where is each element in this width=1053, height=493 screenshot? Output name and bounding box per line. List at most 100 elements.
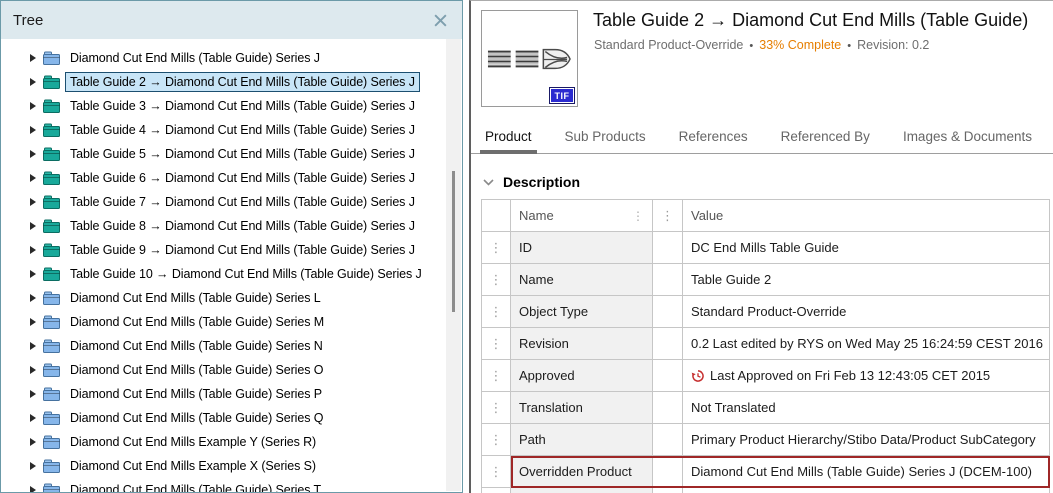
attribute-value[interactable]: Diamond Cut End Mills (Table Guide) Seri… [683,456,1050,488]
column-menu-icon[interactable]: ⋮ [661,209,674,222]
expand-arrow-icon[interactable] [30,54,36,62]
expand-arrow-icon[interactable] [30,486,36,493]
tree-item-label[interactable]: Table Guide 5 → Diamond Cut End Mills (T… [65,144,420,164]
tree-item-label[interactable]: Diamond Cut End Mills (Table Guide) Seri… [65,408,328,428]
tree-item-label[interactable]: Diamond Cut End Mills (Table Guide) Seri… [65,48,325,68]
row-drag-handle[interactable]: ⋮ [482,232,511,264]
close-icon[interactable] [430,10,450,30]
tree-item[interactable]: Diamond Cut End Mills (Table Guide) Seri… [1,334,462,358]
row-drag-handle[interactable]: ⋮ [482,296,511,328]
tree-item[interactable]: Table Guide 4 → Diamond Cut End Mills (T… [1,118,462,142]
expand-arrow-icon[interactable] [30,198,36,206]
attribute-value[interactable]: Standard Product-Override [683,296,1050,328]
tree-item[interactable]: Diamond Cut End Mills (Table Guide) Seri… [1,382,462,406]
expand-arrow-icon[interactable] [30,150,36,158]
attribute-value[interactable]: Not Translated [683,392,1050,424]
tree-item-label[interactable]: Table Guide 7 → Diamond Cut End Mills (T… [65,192,420,212]
expand-arrow-icon[interactable] [30,78,36,86]
row-drag-handle[interactable]: ⋮ [482,424,511,456]
tree-item-label[interactable]: Diamond Cut End Mills (Table Guide) Seri… [65,336,328,356]
row-drag-handle[interactable]: ⋮ [482,328,511,360]
tree-item[interactable]: Diamond Cut End Mills (Table Guide) Seri… [1,46,462,70]
tree-item-label[interactable]: Table Guide 10 → Diamond Cut End Mills (… [65,264,427,284]
tab[interactable]: Product [483,124,534,153]
attribute-value[interactable] [683,488,1050,493]
row-drag-handle[interactable]: ⋮ [482,456,511,488]
expand-arrow-icon[interactable] [30,390,36,398]
tree-scrollbar[interactable] [446,39,461,491]
tree-item[interactable]: Table Guide 2 → Diamond Cut End Mills (T… [1,70,462,94]
tree-item-label[interactable]: Table Guide 9 → Diamond Cut End Mills (T… [65,240,420,260]
tree-item[interactable]: Diamond Cut End Mills (Table Guide) Seri… [1,310,462,334]
column-header-name[interactable]: Name ⋮ [511,200,653,232]
expand-arrow-icon[interactable] [30,414,36,422]
attribute-name[interactable]: ID [511,232,653,264]
column-menu-icon[interactable]: ⋮ [632,210,644,222]
row-drag-handle[interactable]: ⋮ [482,264,511,296]
tree-item[interactable]: Table Guide 9 → Diamond Cut End Mills (T… [1,238,462,262]
tab[interactable]: Sub Products [563,124,648,153]
expand-arrow-icon[interactable] [30,246,36,254]
expand-arrow-icon[interactable] [30,462,36,470]
attribute-name[interactable]: Overridden Product [511,456,653,488]
tab[interactable]: References [677,124,750,153]
tree-item[interactable]: Table Guide 10 → Diamond Cut End Mills (… [1,262,462,286]
row-drag-handle[interactable]: ⋮ [482,392,511,424]
tree-item-label[interactable]: Table Guide 8 → Diamond Cut End Mills (T… [65,216,420,236]
attribute-name[interactable]: Translation [511,392,653,424]
tree-item-label[interactable]: Diamond Cut End Mills Example X (Series … [65,456,321,476]
column-header-value[interactable]: Value [683,200,1050,232]
tree-item-label[interactable]: Table Guide 6 → Diamond Cut End Mills (T… [65,168,420,188]
attribute-name[interactable]: Revision [511,328,653,360]
expand-arrow-icon[interactable] [30,126,36,134]
tree-item[interactable]: Table Guide 5 → Diamond Cut End Mills (T… [1,142,462,166]
tree-item-label[interactable]: Diamond Cut End Mills (Table Guide) Seri… [65,312,329,332]
tree-item-label[interactable]: Diamond Cut End Mills (Table Guide) Seri… [65,360,328,380]
tree-item[interactable]: Table Guide 7 → Diamond Cut End Mills (T… [1,190,462,214]
tree-item[interactable]: Diamond Cut End Mills Example X (Series … [1,454,462,478]
tab[interactable]: Images & Documents [901,124,1034,153]
attribute-name[interactable]: Approved [511,360,653,392]
tree-item[interactable]: Diamond Cut End Mills (Table Guide) Seri… [1,286,462,310]
attribute-name[interactable]: Name [511,264,653,296]
row-drag-handle[interactable]: ⋮ [482,488,511,493]
tab[interactable]: Referenced By [779,124,872,153]
column-header-mid[interactable]: ⋮ [653,200,683,232]
product-thumbnail[interactable]: TIF [481,10,578,107]
tree-scrollbar-thumb[interactable] [452,171,455,312]
tree-item-label[interactable]: Table Guide 2 → Diamond Cut End Mills (T… [65,72,420,92]
tree-item-label[interactable]: Table Guide 3 → Diamond Cut End Mills (T… [65,96,420,116]
tree-item[interactable]: Diamond Cut End Mills (Table Guide) Seri… [1,406,462,430]
attribute-name[interactable]: Object Type [511,296,653,328]
tree-item[interactable]: Table Guide 8 → Diamond Cut End Mills (T… [1,214,462,238]
expand-arrow-icon[interactable] [30,174,36,182]
attribute-value[interactable]: Primary Product Hierarchy/Stibo Data/Pro… [683,424,1050,456]
expand-arrow-icon[interactable] [30,102,36,110]
tree-item[interactable]: Table Guide 6 → Diamond Cut End Mills (T… [1,166,462,190]
expand-arrow-icon[interactable] [30,294,36,302]
attribute-value[interactable]: DC End Mills Table Guide [683,232,1050,264]
expand-arrow-icon[interactable] [30,222,36,230]
expand-arrow-icon[interactable] [30,366,36,374]
tree-item-label[interactable]: Diamond Cut End Mills (Table Guide) Seri… [65,384,327,404]
tree-item[interactable]: Diamond Cut End Mills (Table Guide) Seri… [1,358,462,382]
tree-item-label[interactable]: Diamond Cut End Mills (Table Guide) Seri… [65,480,326,493]
expand-arrow-icon[interactable] [30,318,36,326]
attribute-value[interactable]: Table Guide 2 [683,264,1050,296]
attribute-name[interactable] [511,488,653,493]
expand-arrow-icon[interactable] [30,342,36,350]
expand-arrow-icon[interactable] [30,270,36,278]
attribute-value[interactable]: Last Approved on Fri Feb 13 12:43:05 CET… [683,360,1050,392]
tree-item[interactable]: Table Guide 3 → Diamond Cut End Mills (T… [1,94,462,118]
attribute-value[interactable]: 0.2 Last edited by RYS on Wed May 25 16:… [683,328,1050,360]
attribute-name[interactable]: Path [511,424,653,456]
tree-item[interactable]: Diamond Cut End Mills Example Y (Series … [1,430,462,454]
row-drag-handle[interactable]: ⋮ [482,360,511,392]
tree-item[interactable]: Diamond Cut End Mills (Table Guide) Seri… [1,478,462,493]
tree-item-label[interactable]: Table Guide 4 → Diamond Cut End Mills (T… [65,120,420,140]
expand-arrow-icon[interactable] [30,438,36,446]
tree-item-label[interactable]: Diamond Cut End Mills (Table Guide) Seri… [65,288,326,308]
tree-item-label[interactable]: Diamond Cut End Mills Example Y (Series … [65,432,321,452]
description-section-header[interactable]: Description [483,174,580,190]
chevron-down-icon[interactable] [483,179,494,186]
